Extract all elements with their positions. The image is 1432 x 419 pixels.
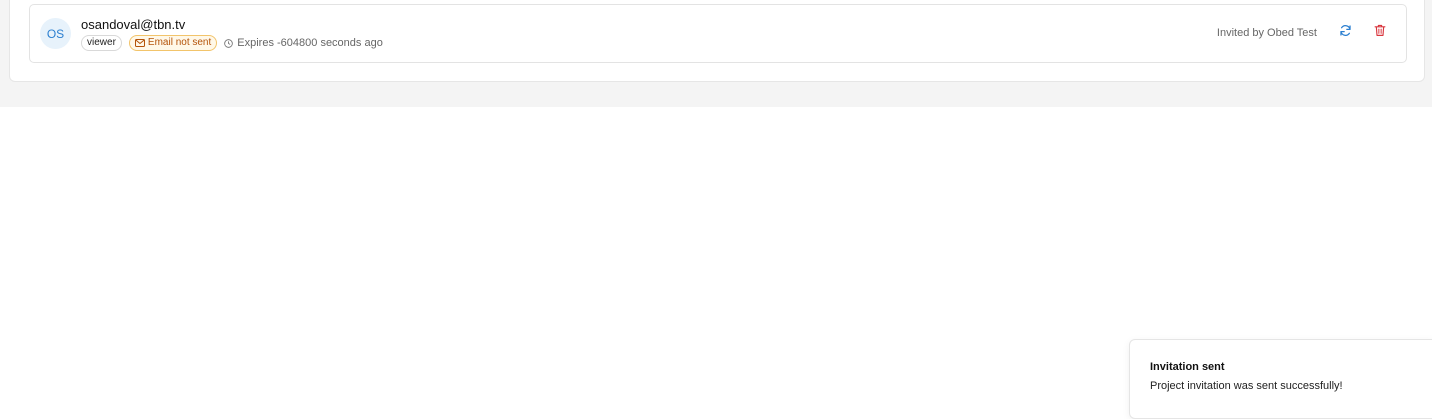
delete-invitation-button[interactable]: [1372, 24, 1388, 42]
mail-icon: [134, 39, 145, 47]
invitation-meta: viewer Email not sent Expires -604800 se…: [81, 35, 383, 51]
email-status-label: Email not sent: [147, 37, 212, 48]
resend-invitation-button[interactable]: [1337, 25, 1353, 41]
clock-icon: [224, 38, 234, 48]
expiry-label: Expires -604800 seconds ago: [237, 37, 383, 49]
toast-message: Project invitation was sent successfully…: [1150, 380, 1343, 392]
trash-icon: [1374, 24, 1386, 42]
toast-title: Invitation sent: [1150, 361, 1225, 373]
toast-notification: Invitation sent Project invitation was s…: [1129, 339, 1432, 419]
invitation-row: OS osandoval@tbn.tv viewer Email not sen…: [29, 4, 1407, 63]
invitee-email: osandoval@tbn.tv: [81, 17, 186, 32]
invited-by: Invited by Obed Test: [1216, 27, 1317, 39]
avatar: OS: [40, 18, 71, 49]
expiry-info: Expires -604800 seconds ago: [224, 37, 383, 49]
role-badge: viewer: [81, 35, 122, 51]
refresh-icon: [1339, 24, 1352, 42]
email-status-badge: Email not sent: [128, 35, 218, 51]
